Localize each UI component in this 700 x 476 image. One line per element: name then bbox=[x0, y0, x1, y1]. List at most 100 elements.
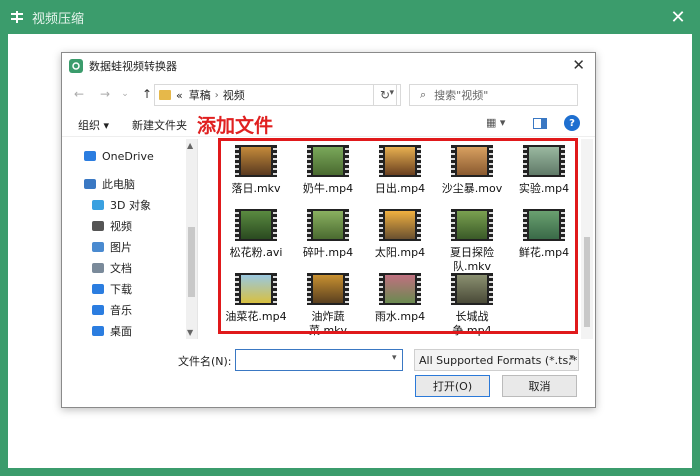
file-list-scroll-thumb[interactable] bbox=[584, 237, 590, 327]
file-item[interactable]: 实验.mp4 bbox=[509, 145, 577, 196]
file-name: 太阳.mp4 bbox=[374, 246, 426, 259]
file-name: 碎叶.mp4 bbox=[302, 246, 354, 259]
file-item[interactable]: 太阳.mp4 bbox=[365, 209, 435, 260]
sidebar-item[interactable]: 文档 bbox=[92, 259, 132, 277]
sidebar-item-label: 下载 bbox=[110, 283, 132, 296]
scroll-down-icon[interactable]: ▼ bbox=[187, 328, 193, 337]
sidebar-scroll-thumb[interactable] bbox=[188, 227, 195, 297]
sidebar-item-label: 桌面 bbox=[110, 325, 132, 338]
video-thumbnail-icon bbox=[379, 145, 421, 177]
file-type-select[interactable]: All Supported Formats (*.ts;* ▾ bbox=[414, 349, 579, 371]
music-icon bbox=[92, 305, 104, 315]
file-item[interactable]: 鲜花.mp4 bbox=[509, 209, 577, 260]
file-name: 沙尘暴.mov bbox=[441, 182, 503, 195]
file-item[interactable]: 油炸蔬菜.mkv bbox=[293, 273, 363, 338]
recent-locations-icon[interactable]: ⌄ bbox=[116, 89, 134, 99]
file-item[interactable]: 奶牛.mp4 bbox=[293, 145, 363, 196]
file-item[interactable]: 落日.mkv bbox=[221, 145, 291, 196]
dialog-close-icon[interactable]: ✕ bbox=[572, 56, 585, 74]
file-name: 夏日探险队.mkv bbox=[450, 246, 494, 273]
filename-label: 文件名(N): bbox=[178, 355, 232, 368]
organize-menu[interactable]: 组织 ▾ bbox=[78, 117, 109, 133]
sidebar-item[interactable]: 桌面 bbox=[92, 322, 132, 340]
file-item[interactable]: 雨水.mp4 bbox=[365, 273, 435, 324]
file-name: 鲜花.mp4 bbox=[518, 246, 570, 259]
breadcrumb-separator: › bbox=[214, 89, 219, 101]
watermark: 掘金技术社区 @ 小明助手 bbox=[416, 436, 674, 460]
view-options-icon[interactable]: ▦ ▾ bbox=[486, 116, 516, 129]
file-name: 实验.mp4 bbox=[518, 182, 570, 195]
file-item[interactable]: 沙尘暴.mov bbox=[437, 145, 507, 196]
chevron-down-icon: ▾ bbox=[569, 353, 574, 363]
video-thumbnail-icon bbox=[379, 209, 421, 241]
filename-dropdown-icon[interactable]: ▾ bbox=[392, 353, 397, 363]
preview-pane-icon[interactable] bbox=[533, 118, 547, 129]
dialog-titlebar: 数据蛙视频转换器 ✕ bbox=[62, 53, 595, 78]
document-icon bbox=[92, 263, 104, 273]
video-thumbnail-icon bbox=[379, 273, 421, 305]
breadcrumb-segment[interactable]: 草稿 bbox=[189, 87, 211, 103]
refresh-icon: ↻ bbox=[379, 88, 391, 102]
filename-field[interactable] bbox=[235, 349, 403, 371]
file-list-scrollbar[interactable] bbox=[581, 139, 593, 339]
video-thumbnail-icon bbox=[523, 145, 565, 177]
file-item[interactable]: 长城战争.mp4 bbox=[437, 273, 507, 338]
open-button[interactable]: 打开(O) bbox=[415, 375, 490, 397]
video-thumbnail-icon bbox=[307, 273, 349, 305]
address-bar[interactable]: « 草稿 › 视频 ▾ bbox=[154, 84, 401, 106]
file-item[interactable]: 日出.mp4 bbox=[365, 145, 435, 196]
app-close-icon[interactable]: ✕ bbox=[666, 5, 690, 29]
app-logo-icon bbox=[10, 10, 24, 24]
scroll-up-icon[interactable]: ▲ bbox=[187, 141, 193, 150]
open-file-dialog: 数据蛙视频转换器 ✕ ← → ⌄ ↑ « 草稿 › 视频 ▾ ↻ ⌕ 搜索"视频… bbox=[61, 52, 596, 408]
video-thumbnail-icon bbox=[235, 209, 277, 241]
file-item[interactable]: 夏日探险队.mkv bbox=[437, 209, 507, 274]
dialog-title: 数据蛙视频转换器 bbox=[89, 59, 177, 73]
search-input[interactable]: ⌕ 搜索"视频" bbox=[409, 84, 578, 106]
file-type-value: All Supported Formats (*.ts;* bbox=[419, 353, 578, 367]
add-files-annotation: 添加文件 bbox=[197, 115, 274, 137]
app-title: 视频压缩 bbox=[32, 11, 85, 27]
file-item[interactable]: 油菜花.mp4 bbox=[221, 273, 291, 324]
breadcrumb-segment[interactable]: 视频 bbox=[223, 87, 245, 103]
refresh-button[interactable]: ↻ bbox=[373, 84, 397, 106]
new-folder-button[interactable]: 新建文件夹 bbox=[132, 117, 187, 133]
navigation-pane: OneDrive 此电脑 3D 对象视频图片文档下载音乐桌面 ▲ ▼ bbox=[62, 139, 198, 339]
sidebar-item-label: 视频 bbox=[110, 220, 132, 233]
sidebar-item[interactable]: OneDrive bbox=[84, 147, 154, 165]
back-arrow-icon[interactable]: ← bbox=[70, 87, 88, 101]
video-thumbnail-icon bbox=[523, 209, 565, 241]
cube-icon bbox=[92, 200, 104, 210]
sidebar-item-label: 此电脑 bbox=[102, 178, 135, 191]
search-placeholder: 搜索"视频" bbox=[434, 89, 489, 102]
file-name: 油菜花.mp4 bbox=[225, 310, 287, 323]
sidebar-item[interactable]: 下载 bbox=[92, 280, 132, 298]
forward-arrow-icon[interactable]: → bbox=[96, 87, 114, 101]
sidebar-item[interactable]: 音乐 bbox=[92, 301, 132, 319]
folder-icon bbox=[159, 90, 171, 100]
sidebar-item[interactable]: 图片 bbox=[92, 238, 132, 256]
file-name: 油炸蔬菜.mkv bbox=[308, 310, 348, 337]
file-name: 松花粉.avi bbox=[229, 246, 283, 259]
sidebar-item-label: 图片 bbox=[110, 241, 132, 254]
file-item[interactable]: 松花粉.avi bbox=[221, 209, 291, 260]
cloud-icon bbox=[84, 151, 96, 161]
file-name: 奶牛.mp4 bbox=[302, 182, 354, 195]
file-name: 雨水.mp4 bbox=[374, 310, 426, 323]
help-icon[interactable]: ? bbox=[564, 115, 580, 131]
address-row: ← → ⌄ ↑ « 草稿 › 视频 ▾ ↻ ⌕ 搜索"视频" bbox=[62, 78, 595, 110]
sidebar-scrollbar[interactable]: ▲ ▼ bbox=[186, 139, 197, 339]
sidebar-item[interactable]: 视频 bbox=[92, 217, 132, 235]
file-name: 长城战争.mp4 bbox=[452, 310, 492, 337]
cancel-button[interactable]: 取消 bbox=[502, 375, 577, 397]
file-list: 落日.mkv 奶牛.mp4 日出.mp4 沙尘暴.mov 实验.mp4 松花粉.avi 碎叶… bbox=[217, 139, 577, 339]
file-name: 落日.mkv bbox=[231, 182, 281, 195]
download-icon bbox=[92, 284, 104, 294]
video-thumbnail-icon bbox=[307, 209, 349, 241]
toolbar: 组织 ▾ 新建文件夹 添加文件 ▦ ▾ ? bbox=[62, 111, 595, 137]
sidebar-item-label: OneDrive bbox=[102, 149, 154, 163]
computer-icon bbox=[84, 179, 96, 189]
sidebar-item[interactable]: 此电脑 bbox=[84, 175, 135, 193]
sidebar-item[interactable]: 3D 对象 bbox=[92, 196, 151, 214]
file-item[interactable]: 碎叶.mp4 bbox=[293, 209, 363, 260]
